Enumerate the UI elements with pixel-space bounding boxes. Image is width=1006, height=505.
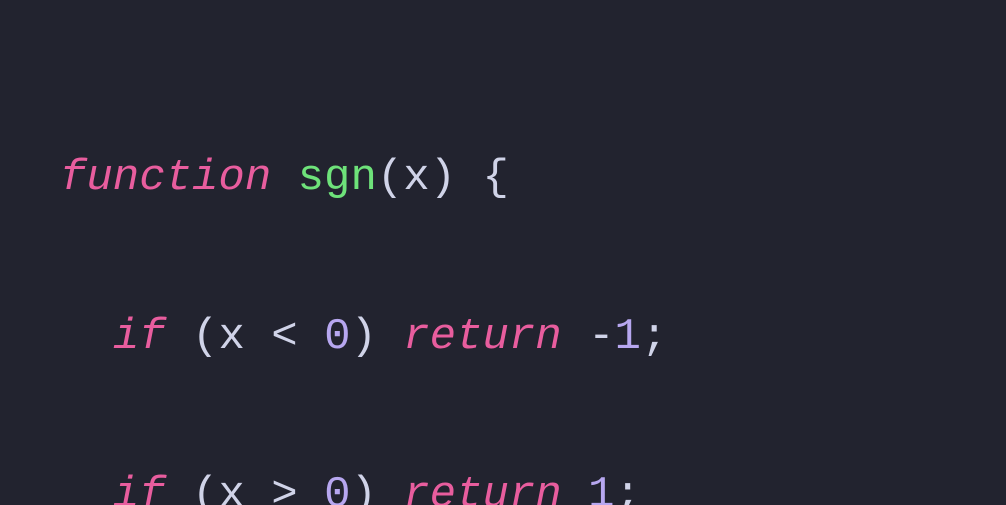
paren-open: ( — [192, 312, 218, 362]
space — [298, 312, 324, 362]
op-lt: < — [271, 312, 297, 362]
space — [456, 153, 482, 203]
num-one: 1 — [588, 470, 614, 505]
var-x: x — [218, 470, 244, 505]
space — [562, 470, 588, 505]
paren-open: ( — [377, 153, 403, 203]
paren-close: ) — [430, 153, 456, 203]
num-zero: 0 — [324, 470, 350, 505]
space — [166, 470, 192, 505]
op-gt: > — [271, 470, 297, 505]
indent — [60, 312, 113, 362]
space — [562, 312, 588, 362]
semicolon: ; — [615, 470, 641, 505]
indent — [60, 470, 113, 505]
code-line-3: if (x > 0) return 1; — [60, 456, 946, 505]
var-x: x — [218, 312, 244, 362]
paren-close: ) — [350, 470, 376, 505]
space — [245, 470, 271, 505]
space — [377, 312, 403, 362]
code-line-2: if (x < 0) return -1; — [60, 298, 946, 377]
brace-open: { — [482, 153, 508, 203]
paren-close: ) — [350, 312, 376, 362]
function-name: sgn — [298, 153, 377, 203]
space — [166, 312, 192, 362]
num-one: 1 — [615, 312, 641, 362]
keyword-return: return — [403, 470, 561, 505]
code-line-1: function sgn(x) { — [60, 139, 946, 218]
keyword-if: if — [113, 470, 166, 505]
keyword-return: return — [403, 312, 561, 362]
keyword-if: if — [113, 312, 166, 362]
op-minus: - — [588, 312, 614, 362]
space — [245, 312, 271, 362]
semicolon: ; — [641, 312, 667, 362]
num-zero: 0 — [324, 312, 350, 362]
space — [298, 470, 324, 505]
param-x: x — [403, 153, 429, 203]
paren-open: ( — [192, 470, 218, 505]
space — [271, 153, 297, 203]
space — [377, 470, 403, 505]
code-block: function sgn(x) { if (x < 0) return -1; … — [0, 0, 1006, 505]
keyword-function: function — [60, 153, 271, 203]
